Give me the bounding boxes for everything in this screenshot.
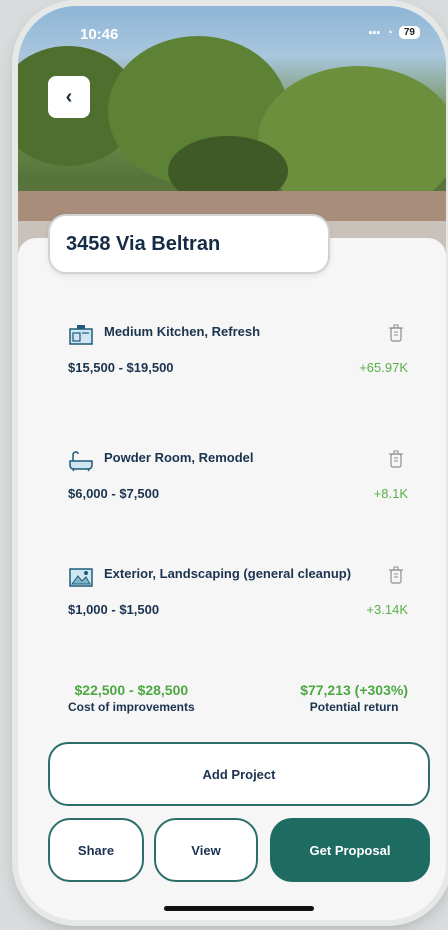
phone-screen: 10:46 ▪▪▪ ◔ 79 ‹ 3458 Via Beltran Medium…	[18, 6, 446, 920]
cost-summary: $22,500 - $28,500 Cost of improvements	[68, 682, 195, 714]
return-summary: $77,213 (+303%) Potential return	[300, 682, 408, 714]
project-item: Medium Kitchen, Refresh $15,500 - $19,50…	[68, 324, 408, 375]
share-button[interactable]: Share	[48, 818, 144, 882]
kitchen-icon	[69, 325, 93, 345]
trash-icon[interactable]	[388, 566, 404, 584]
trash-icon[interactable]	[388, 450, 404, 468]
project-gain: +65.97K	[359, 360, 408, 375]
bathtub-icon	[69, 451, 93, 472]
status-bar: 10:46 ▪▪▪ ◔ 79	[18, 24, 446, 48]
wifi-icon: ◔	[386, 26, 393, 39]
project-name: Exterior, Landscaping (general cleanup)	[104, 566, 352, 581]
project-name: Powder Room, Remodel	[104, 450, 254, 465]
landscape-icon	[69, 568, 93, 587]
project-item: Powder Room, Remodel $6,000 - $7,500 +8.…	[68, 450, 408, 501]
project-gain: +3.14K	[366, 602, 408, 617]
summary-section: $22,500 - $28,500 Cost of improvements $…	[68, 682, 408, 714]
project-item: Exterior, Landscaping (general cleanup) …	[68, 566, 408, 617]
battery-icon: 79	[398, 26, 420, 39]
trash-icon[interactable]	[388, 324, 404, 342]
add-project-button[interactable]: Add Project	[48, 742, 430, 806]
cellular-icon: ▪▪▪	[368, 26, 381, 39]
project-gain: +8.1K	[373, 486, 408, 501]
view-button[interactable]: View	[154, 818, 258, 882]
return-label: Potential return	[309, 700, 399, 714]
property-address: 3458 Via Beltran	[66, 232, 221, 255]
cost-value: $22,500 - $28,500	[74, 682, 189, 698]
cost-label: Cost of improvements	[68, 700, 195, 714]
project-cost: $15,500 - $19,500	[68, 360, 174, 375]
project-cost: $1,000 - $1,500	[68, 602, 160, 617]
chevron-left-icon: ‹	[65, 85, 73, 108]
property-address-card: 3458 Via Beltran	[48, 214, 330, 274]
home-indicator	[164, 906, 314, 911]
status-icons: ▪▪▪ ◔ 79	[369, 26, 420, 39]
get-proposal-button[interactable]: Get Proposal	[270, 818, 430, 882]
project-cost: $6,000 - $7,500	[68, 486, 160, 501]
status-time: 10:46	[80, 26, 119, 43]
project-name: Medium Kitchen, Refresh	[104, 324, 261, 339]
return-value: $77,213 (+303%)	[300, 682, 408, 698]
back-button[interactable]: ‹	[48, 76, 90, 118]
